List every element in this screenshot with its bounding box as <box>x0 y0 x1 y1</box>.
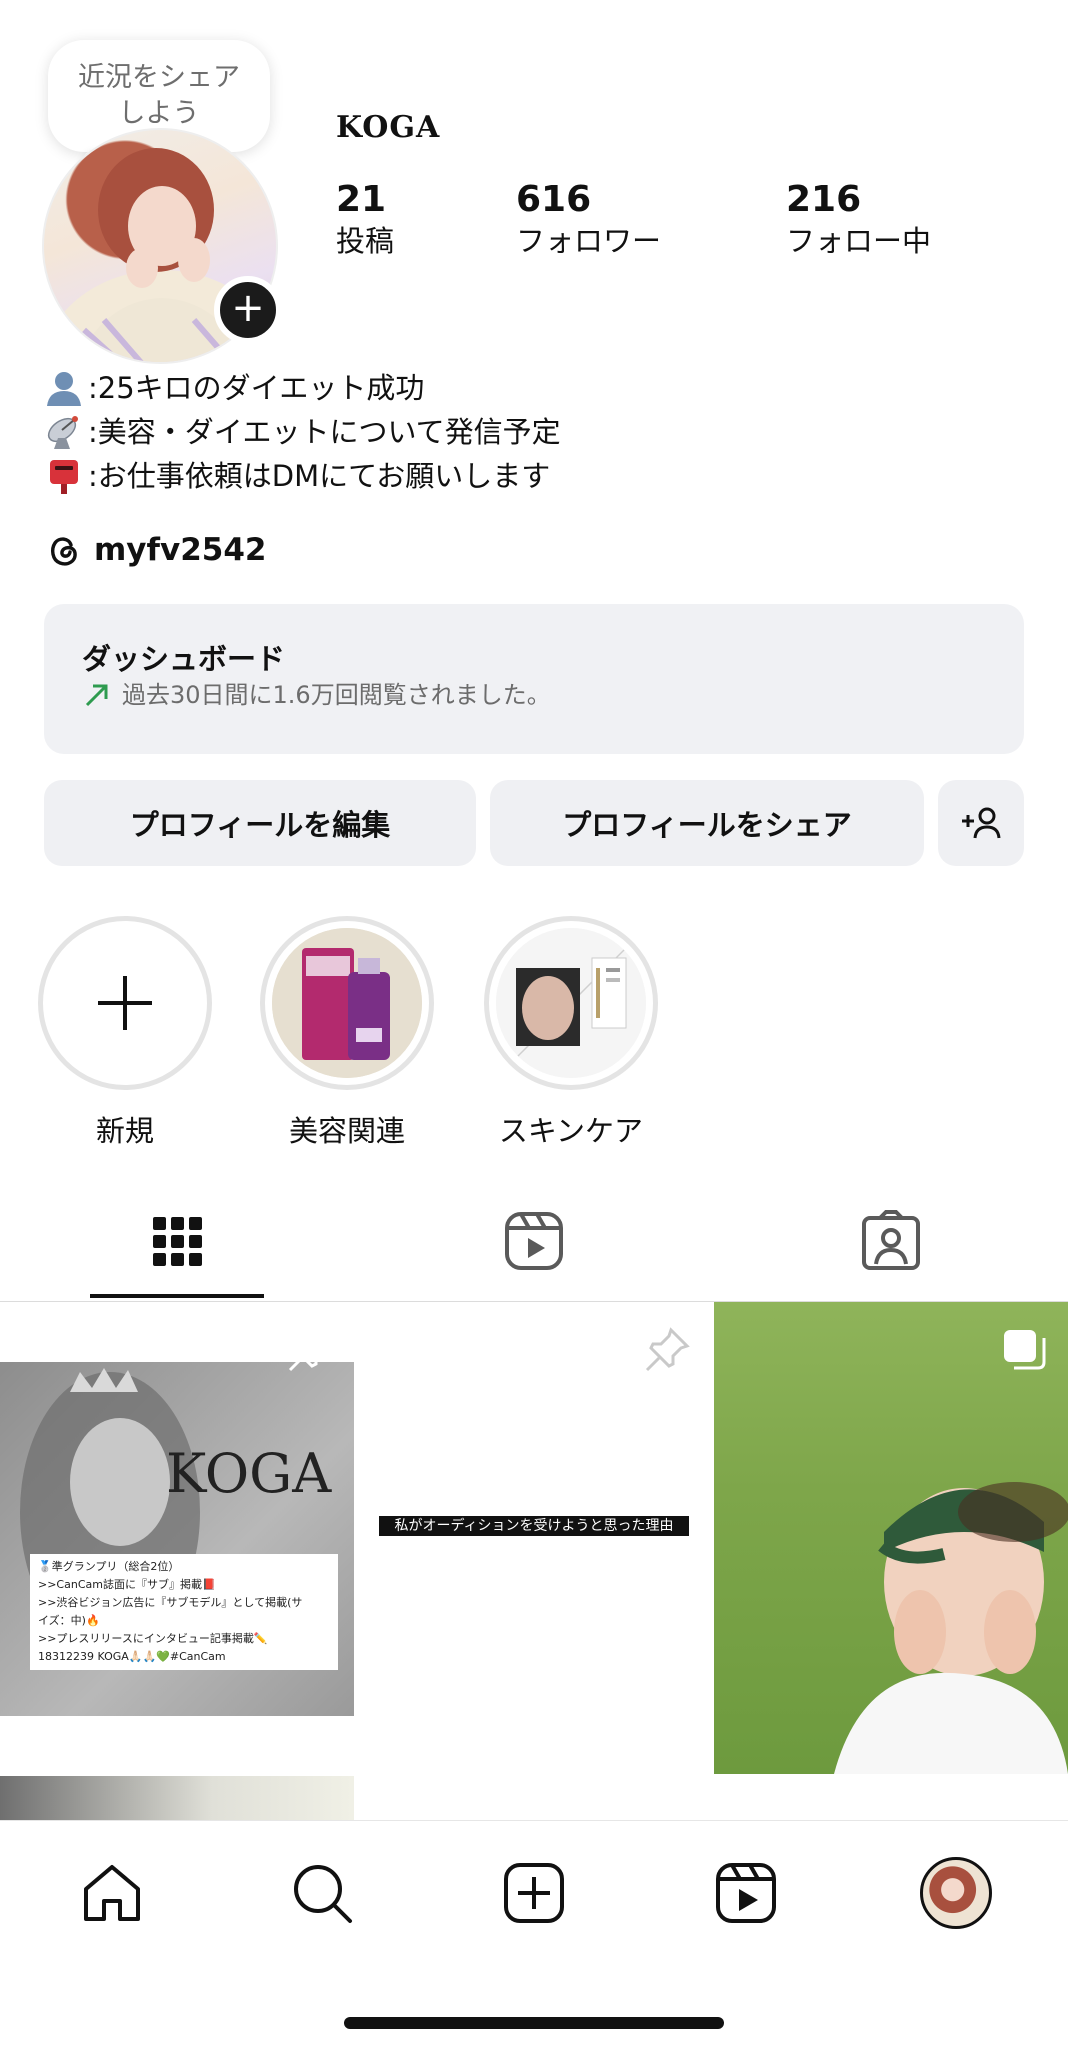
profile-avatar-small <box>920 1857 992 1929</box>
stat-posts-label: 投稿 <box>336 224 395 258</box>
search-icon <box>294 1865 352 1923</box>
post-caption-line: 🥈準グランプリ（総合2位） <box>38 1560 180 1573</box>
post-caption-line: >>プレスリリースにインタビュー記事掲載✏️ <box>38 1632 268 1645</box>
bio-text-1: :25キロのダイエット成功 <box>88 371 425 405</box>
share-profile-button[interactable]: プロフィールをシェア <box>490 780 924 866</box>
nav-create[interactable] <box>498 1857 570 1929</box>
highlight-label: 新規 <box>95 1114 154 1148</box>
post-thumbnail <box>0 1776 354 1820</box>
plus-icon <box>98 976 152 1030</box>
post-caption-line: >>CanCam誌面に『サブ』掲載📕 <box>38 1578 216 1591</box>
stat-following-value: 216 <box>786 179 862 220</box>
highlight-new[interactable]: 新規 <box>38 916 212 1150</box>
tab-posts-grid[interactable] <box>142 1206 212 1276</box>
threads-link[interactable]: myfv2542 <box>44 530 266 570</box>
nav-search[interactable] <box>286 1857 358 1929</box>
threads-icon <box>51 537 77 566</box>
stat-posts[interactable]: 21 投稿 <box>336 178 394 260</box>
stat-posts-value: 21 <box>336 179 387 220</box>
dashboard-subtitle: 過去30日間に1.6万回閲覧されました。 <box>122 681 551 709</box>
grid-icon <box>153 1217 202 1266</box>
highlight-skincare[interactable]: スキンケア <box>484 916 658 1150</box>
post-caption-line: イズ：中)🔥 <box>38 1614 100 1627</box>
pinned-icon <box>645 1327 690 1372</box>
add-story-button[interactable]: + <box>214 276 282 344</box>
postbox-icon <box>44 458 84 494</box>
active-tab-indicator <box>90 1294 264 1298</box>
stat-followers-value: 616 <box>516 179 592 220</box>
post-caption-line: 18312239 KOGA🙏🏻🙏🏻💚#CanCam <box>38 1650 226 1663</box>
edit-profile-button[interactable]: プロフィールを編集 <box>44 780 476 866</box>
post-caption: 私がオーディションを受けようと思った理由 <box>379 1516 689 1536</box>
satellite-antenna-icon <box>44 414 84 450</box>
dashboard-subtitle-row: 過去30日間に1.6万回閲覧されました。 <box>82 678 1024 712</box>
highlight-ring[interactable] <box>38 916 212 1090</box>
professional-dashboard[interactable]: ダッシュボード 過去30日間に1.6万回閲覧されました。 <box>44 604 1024 754</box>
highlight-cover-image <box>272 928 422 1078</box>
note-text-line2: しよう <box>118 98 200 129</box>
reels-icon <box>505 1212 563 1270</box>
trend-up-arrow-icon <box>85 684 108 707</box>
threads-handle: myfv2542 <box>94 532 267 568</box>
stat-following-label: フォロー中 <box>786 224 932 258</box>
plus-square-icon <box>504 1863 564 1923</box>
post-brand-text: KOGA <box>166 1442 332 1505</box>
highlight-ring[interactable] <box>260 916 434 1090</box>
grid-post[interactable] <box>0 1776 354 1820</box>
nav-home[interactable] <box>76 1857 148 1929</box>
grid-post[interactable]: KOGA 🥈準グランプリ（総合2位） >>CanCam誌面に『サブ』掲載📕 >>… <box>0 1302 354 1774</box>
post-caption-line: >>渋谷ビジョン広告に『サブモデル』として掲載(サ <box>38 1596 303 1609</box>
tab-reels[interactable] <box>499 1206 569 1276</box>
highlight-ring[interactable] <box>484 916 658 1090</box>
nav-profile[interactable] <box>920 1857 992 1929</box>
profile-bio: :25キロのダイエット成功 :美容・ダイエットについて発信予定 :お仕事依頼はD… <box>44 366 561 498</box>
post-thumbnail: KOGA 🥈準グランプリ（総合2位） >>CanCam誌面に『サブ』掲載📕 >>… <box>0 1362 354 1716</box>
bottom-nav <box>0 1820 1068 2048</box>
carousel-icon <box>1004 1330 1046 1370</box>
home-indicator <box>344 2017 724 2029</box>
bust-silhouette-icon <box>44 370 84 406</box>
home-icon <box>84 1865 140 1921</box>
grid-post[interactable]: 私がオーディションを受けようと思った理由 <box>357 1302 711 1774</box>
dashboard-title: ダッシュボード <box>82 642 286 676</box>
highlight-beauty[interactable]: 美容関連 <box>260 916 434 1150</box>
grid-post[interactable] <box>714 1302 1068 1774</box>
bio-line: :25キロのダイエット成功 <box>44 366 561 410</box>
bio-line: :お仕事依頼はDMにてお願いします <box>44 454 561 498</box>
tagged-person-icon <box>862 1210 920 1270</box>
highlight-label: スキンケア <box>498 1114 644 1148</box>
note-text-line1: 近況をシェア <box>78 62 240 93</box>
bio-line: :美容・ダイエットについて発信予定 <box>44 410 561 454</box>
reels-icon <box>716 1863 776 1923</box>
discover-people-button[interactable] <box>938 780 1024 866</box>
tab-tagged[interactable] <box>856 1206 926 1276</box>
bio-text-3: :お仕事依頼はDMにてお願いします <box>88 459 551 493</box>
pinned-icon <box>288 1327 333 1372</box>
highlight-label: 美容関連 <box>288 1114 405 1148</box>
profile-username: KOGA <box>336 110 441 145</box>
nav-reels[interactable] <box>710 1857 782 1929</box>
stat-followers[interactable]: 616 フォロワー <box>516 178 661 260</box>
post-caption-box: 🥈準グランプリ（総合2位） >>CanCam誌面に『サブ』掲載📕 >>渋谷ビジョ… <box>30 1554 338 1670</box>
stat-following[interactable]: 216 フォロー中 <box>786 178 931 260</box>
add-person-icon <box>962 807 1001 839</box>
bio-text-2: :美容・ダイエットについて発信予定 <box>88 415 561 449</box>
highlight-cover-image <box>496 928 646 1078</box>
stat-followers-label: フォロワー <box>516 224 662 258</box>
